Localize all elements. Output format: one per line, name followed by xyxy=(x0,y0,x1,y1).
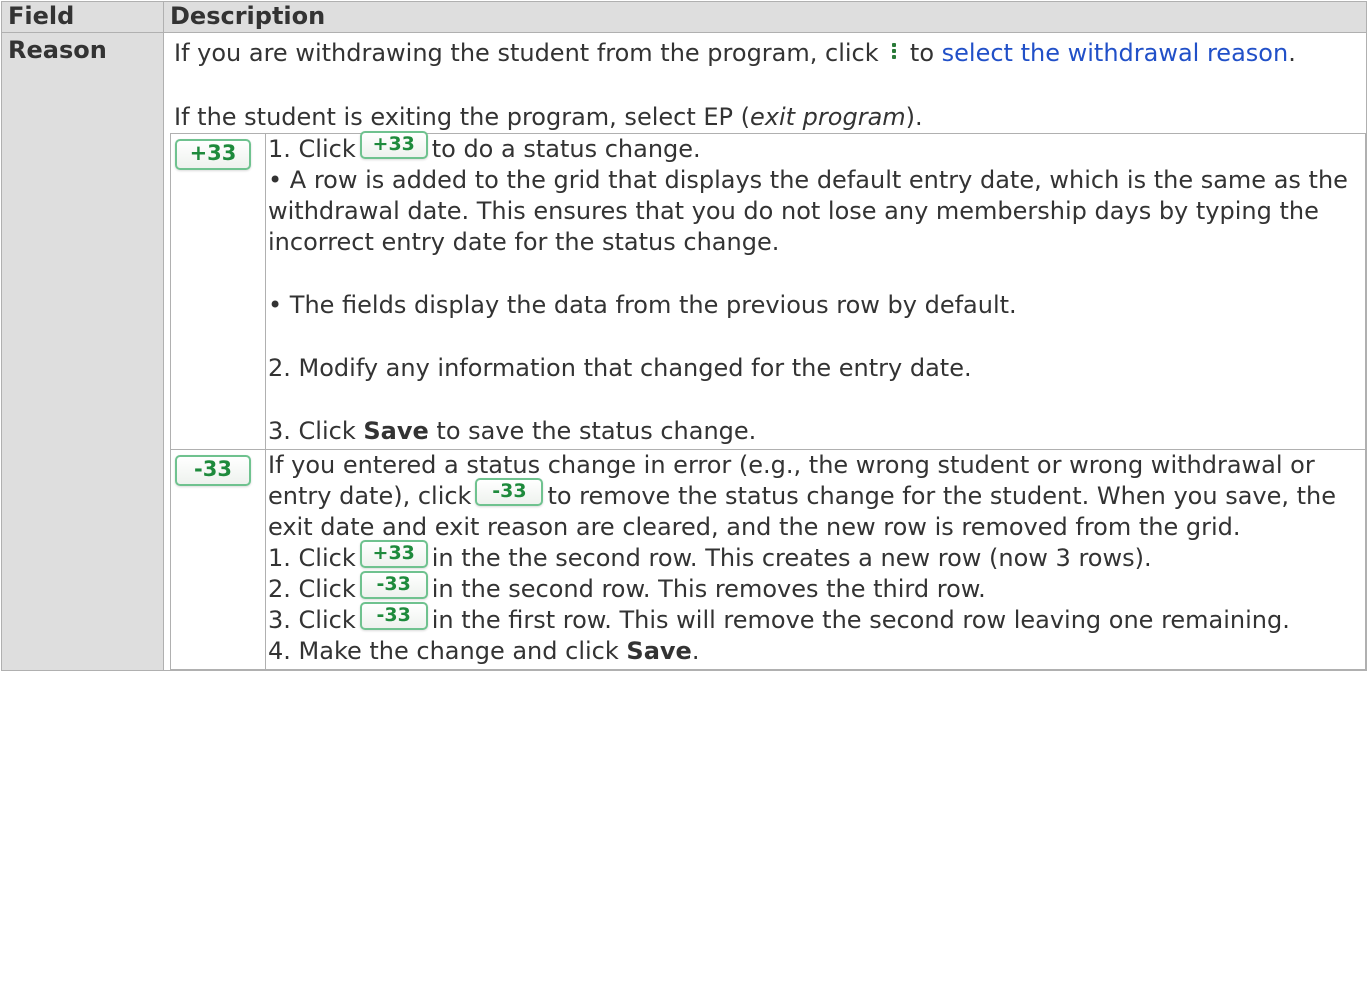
remove-status-change-button-inline: -33 xyxy=(359,602,428,630)
step-text: to save the status change. xyxy=(436,417,757,445)
plus-step3: 3. Click Save to save the status change. xyxy=(268,416,1365,447)
step-text: 2. Click xyxy=(268,575,356,603)
step-text: 1. Click xyxy=(268,135,356,163)
withdrawal-reason-link[interactable]: select the withdrawal reason xyxy=(942,39,1289,67)
step-text: 4. Make the change and click xyxy=(268,637,619,665)
step-text: 3. Click xyxy=(268,417,356,445)
step-text: in the first row. This will remove the s… xyxy=(431,606,1290,634)
intro-end: . xyxy=(1288,39,1296,67)
minus-description: If you entered a status change in error … xyxy=(265,449,1366,670)
button-table: +33 1. Click +33 to do a status change. • … xyxy=(170,131,1366,670)
header-description: Description xyxy=(163,1,1367,33)
field-description-table: Field Description Reason If you are with… xyxy=(1,1,1367,671)
step-text: in the second row. This removes the thir… xyxy=(431,575,986,603)
minus-step4: 4. Make the change and click Save. xyxy=(268,636,1365,667)
vertical-dots-icon xyxy=(890,42,898,62)
minus-intro: If you entered a status change in error … xyxy=(268,450,1365,543)
step-text: 1. Click xyxy=(268,544,356,572)
step-text: in the the second row. This creates a ne… xyxy=(431,544,1152,572)
step-text: . xyxy=(691,637,700,665)
field-name-reason: Reason xyxy=(1,32,164,671)
minus-step1: 1. Click +33 in the the second row. This c… xyxy=(268,540,1365,574)
header-field: Field xyxy=(1,1,164,33)
header-row: Field Description xyxy=(1,1,1367,33)
remove-status-change-button-inline: -33 xyxy=(359,571,428,599)
plus-button-cell: +33 xyxy=(170,133,266,450)
remove-status-change-button-inline: -33 xyxy=(475,478,544,506)
add-status-change-button-inline: +33 xyxy=(359,540,428,568)
exit-text: If the student is exiting the program, s… xyxy=(174,103,750,131)
intro-to-text: to xyxy=(909,39,935,67)
intro-text: If you are withdrawing the student from … xyxy=(174,39,879,67)
exit-paragraph: If the student is exiting the program, s… xyxy=(174,101,1366,133)
description-cell: If you are withdrawing the student from … xyxy=(163,32,1367,671)
intro-paragraph: If you are withdrawing the student from … xyxy=(174,37,1366,69)
minus-step2: 2. Click -33 in the second row. This remov… xyxy=(268,571,1365,605)
minus-row: -33 If you entered a status change in er… xyxy=(170,449,1366,670)
remove-status-change-button[interactable]: -33 xyxy=(175,454,251,486)
table-row: Reason If you are withdrawing the studen… xyxy=(1,32,1367,671)
save-bold: Save xyxy=(626,637,692,665)
save-bold: Save xyxy=(363,417,429,445)
step-text: 3. Click xyxy=(268,606,356,634)
add-status-change-button-inline: +33 xyxy=(359,131,428,159)
plus-step2: 2. Modify any information that changed f… xyxy=(268,354,972,382)
plus-row: +33 1. Click +33 to do a status change. • … xyxy=(170,131,1366,450)
minus-button-cell: -33 xyxy=(170,449,266,670)
exit-after: ). xyxy=(905,103,923,131)
add-status-change-button[interactable]: +33 xyxy=(175,138,251,170)
plus-bullet2: • The fields display the data from the p… xyxy=(268,291,1017,319)
exit-italic: exit program xyxy=(750,103,906,131)
minus-step3: 3. Click -33 in the first row. This will r… xyxy=(268,602,1365,636)
step-text: to do a status change. xyxy=(431,135,701,163)
plus-description: 1. Click +33 to do a status change. • A ro… xyxy=(265,131,1366,450)
plus-step1: 1. Click +33 to do a status change. xyxy=(268,131,1365,165)
plus-bullet1: • A row is added to the grid that displa… xyxy=(268,166,1348,256)
